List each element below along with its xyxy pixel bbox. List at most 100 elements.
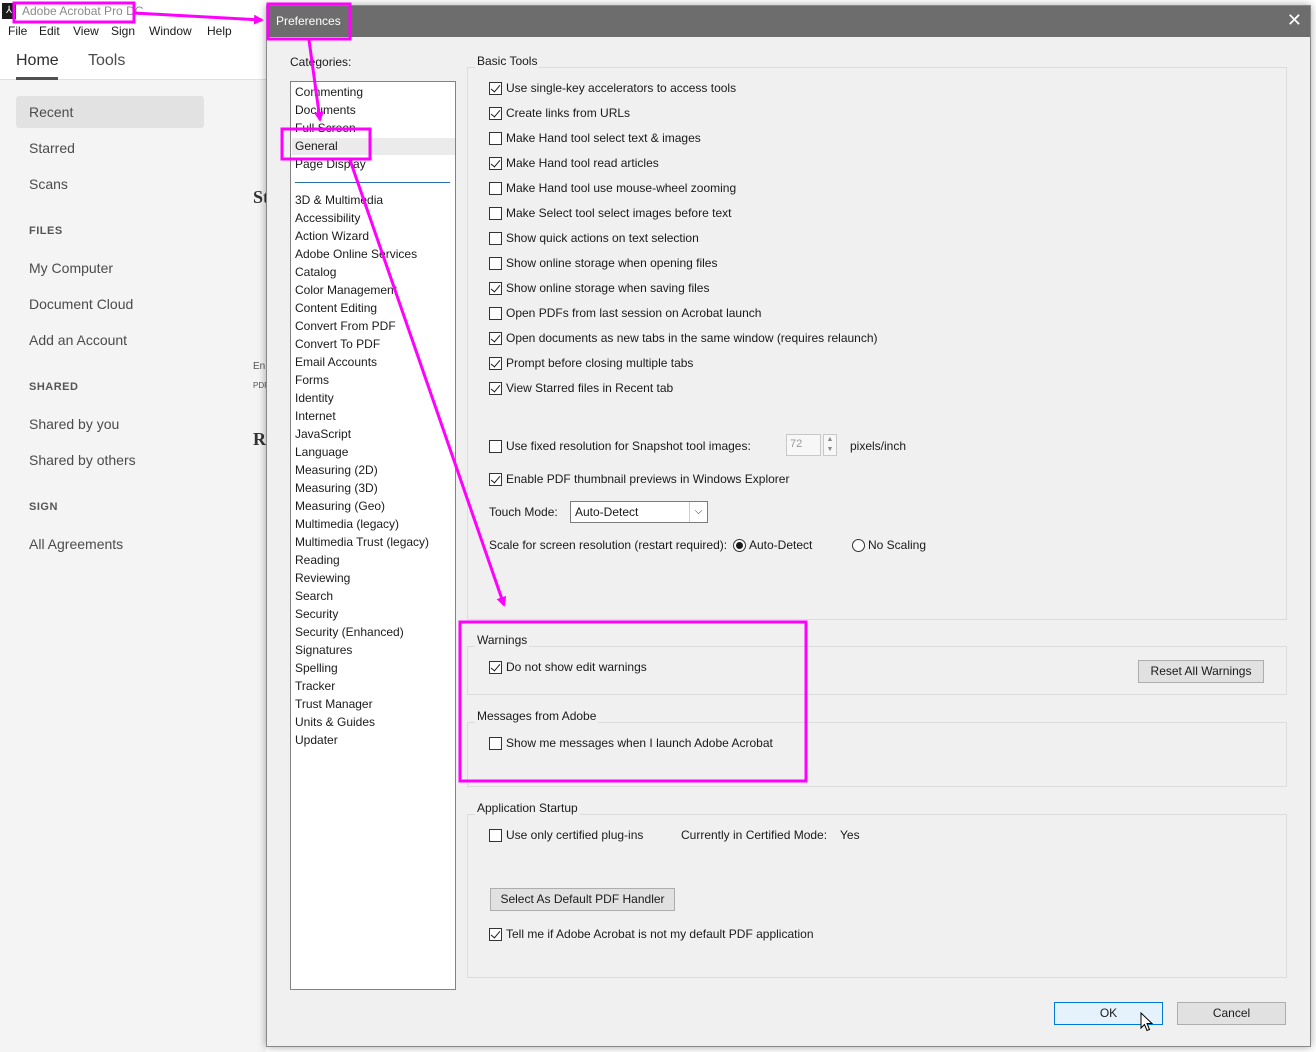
scale-auto-detect-radio[interactable] — [733, 539, 746, 552]
basic-tools-option-checkbox[interactable] — [489, 157, 502, 170]
category-item[interactable]: Security (Enhanced) — [295, 625, 404, 639]
category-item[interactable]: Search — [295, 589, 333, 603]
categories-label: Categories: — [290, 55, 352, 69]
basic-tools-option-checkbox[interactable] — [489, 332, 502, 345]
category-full-screen[interactable]: Full Screen — [295, 121, 356, 135]
category-item[interactable]: Security — [295, 607, 338, 621]
basic-tools-option-checkbox[interactable] — [489, 207, 502, 220]
category-item[interactable]: Spelling — [295, 661, 338, 675]
category-separator — [295, 182, 450, 183]
basic-tools-option-checkbox[interactable] — [489, 257, 502, 270]
category-item[interactable]: Identity — [295, 391, 334, 405]
nav-my-computer[interactable]: My Computer — [29, 260, 113, 276]
menu-edit[interactable]: Edit — [39, 24, 60, 38]
nav-scans[interactable]: Scans — [29, 176, 68, 192]
basic-tools-title: Basic Tools — [475, 54, 540, 68]
thumbnail-preview-label: Enable PDF thumbnail previews in Windows… — [506, 472, 790, 486]
snapshot-resolution-label: Use fixed resolution for Snapshot tool i… — [506, 439, 751, 453]
launch-messages-label: Show me messages when I launch Adobe Acr… — [506, 736, 773, 750]
category-item[interactable]: Color Management — [295, 283, 397, 297]
category-item[interactable]: Action Wizard — [295, 229, 369, 243]
category-item[interactable]: Forms — [295, 373, 329, 387]
category-commenting[interactable]: Commenting — [295, 85, 363, 99]
nav-shared-by-you[interactable]: Shared by you — [29, 416, 119, 432]
touch-mode-label: Touch Mode: — [489, 505, 558, 519]
category-item[interactable]: Multimedia Trust (legacy) — [295, 535, 429, 549]
snapshot-resolution-checkbox[interactable] — [489, 440, 502, 453]
nav-files-heading: FILES — [29, 225, 63, 237]
edit-warnings-checkbox[interactable] — [489, 661, 502, 674]
basic-tools-option-checkbox[interactable] — [489, 307, 502, 320]
app-title: Adobe Acrobat Pro DC — [22, 4, 144, 18]
certified-plugins-checkbox[interactable] — [489, 829, 502, 842]
nav-recent[interactable]: Recent — [29, 104, 73, 120]
category-item[interactable]: Content Editing — [295, 301, 377, 315]
category-item[interactable]: Internet — [295, 409, 336, 423]
category-item[interactable]: 3D & Multimedia — [295, 193, 383, 207]
category-item[interactable]: Accessibility — [295, 211, 360, 225]
startup-title: Application Startup — [475, 801, 580, 815]
basic-tools-option-label: Show online storage when opening files — [506, 256, 718, 270]
nav-document-cloud[interactable]: Document Cloud — [29, 296, 133, 312]
nav-add-account[interactable]: Add an Account — [29, 332, 127, 348]
menu-sign[interactable]: Sign — [111, 24, 135, 38]
category-item[interactable]: Email Accounts — [295, 355, 377, 369]
category-item[interactable]: Catalog — [295, 265, 336, 279]
category-item[interactable]: Convert To PDF — [295, 337, 380, 351]
category-item[interactable]: Convert From PDF — [295, 319, 396, 333]
category-item[interactable]: Signatures — [295, 643, 352, 657]
basic-tools-option-checkbox[interactable] — [489, 282, 502, 295]
category-item[interactable]: Reading — [295, 553, 340, 567]
basic-tools-option-checkbox[interactable] — [489, 182, 502, 195]
basic-tools-option-checkbox[interactable] — [489, 382, 502, 395]
category-item[interactable]: Adobe Online Services — [295, 247, 417, 261]
category-item[interactable]: Units & Guides — [295, 715, 375, 729]
category-item[interactable]: Measuring (2D) — [295, 463, 378, 477]
basic-tools-option-checkbox[interactable] — [489, 82, 502, 95]
cancel-button[interactable]: Cancel — [1177, 1002, 1286, 1025]
category-item[interactable]: Multimedia (legacy) — [295, 517, 399, 531]
category-item[interactable]: Measuring (Geo) — [295, 499, 385, 513]
snapshot-resolution-stepper[interactable]: ▲ ▼ — [823, 434, 837, 456]
nav-all-agreements[interactable]: All Agreements — [29, 536, 123, 552]
scale-no-scaling-label: No Scaling — [868, 538, 927, 552]
scale-resolution-label: Scale for screen resolution (restart req… — [489, 538, 728, 552]
category-item[interactable]: Reviewing — [295, 571, 350, 585]
tab-tools[interactable]: Tools — [88, 52, 125, 70]
category-documents[interactable]: Documents — [295, 103, 356, 117]
certified-plugins-label: Use only certified plug-ins — [506, 828, 644, 842]
close-icon[interactable]: ✕ — [1287, 10, 1302, 31]
category-page-display[interactable]: Page Display — [295, 157, 366, 171]
left-navigation: Recent Starred Scans FILES My Computer D… — [0, 80, 266, 1052]
menu-window[interactable]: Window — [149, 24, 192, 38]
nav-shared-by-others[interactable]: Shared by others — [29, 452, 136, 468]
category-item[interactable]: Tracker — [295, 679, 335, 693]
nav-starred[interactable]: Starred — [29, 140, 75, 156]
menu-help[interactable]: Help — [207, 24, 232, 38]
basic-tools-option-checkbox[interactable] — [489, 132, 502, 145]
categories-list[interactable]: Commenting Documents Full Screen General… — [290, 81, 456, 990]
edit-warnings-label: Do not show edit warnings — [506, 660, 647, 674]
tab-home[interactable]: Home — [16, 52, 59, 70]
touch-mode-select[interactable]: Auto-Detect ⌵ — [570, 501, 708, 523]
scale-auto-detect-label: Auto-Detect — [749, 538, 813, 552]
category-item[interactable]: JavaScript — [295, 427, 351, 441]
basic-tools-option-checkbox[interactable] — [489, 357, 502, 370]
basic-tools-option-checkbox[interactable] — [489, 107, 502, 120]
category-item[interactable]: Updater — [295, 733, 338, 747]
basic-tools-option-checkbox[interactable] — [489, 232, 502, 245]
chevron-down-icon: ⌵ — [689, 502, 707, 522]
default-pdf-handler-button[interactable]: Select As Default PDF Handler — [490, 888, 675, 911]
menu-view[interactable]: View — [73, 24, 99, 38]
category-item[interactable]: Trust Manager — [295, 697, 373, 711]
scale-no-scaling-radio[interactable] — [852, 539, 865, 552]
reset-all-warnings-button[interactable]: Reset All Warnings — [1138, 660, 1264, 683]
launch-messages-checkbox[interactable] — [489, 737, 502, 750]
thumbnail-preview-checkbox[interactable] — [489, 473, 502, 486]
menu-file[interactable]: File — [8, 24, 27, 38]
category-item[interactable]: Measuring (3D) — [295, 481, 378, 495]
category-general[interactable]: General — [295, 139, 338, 153]
default-app-notice-checkbox[interactable] — [489, 928, 502, 941]
snapshot-resolution-input[interactable]: 72 — [786, 434, 821, 456]
category-item[interactable]: Language — [295, 445, 348, 459]
